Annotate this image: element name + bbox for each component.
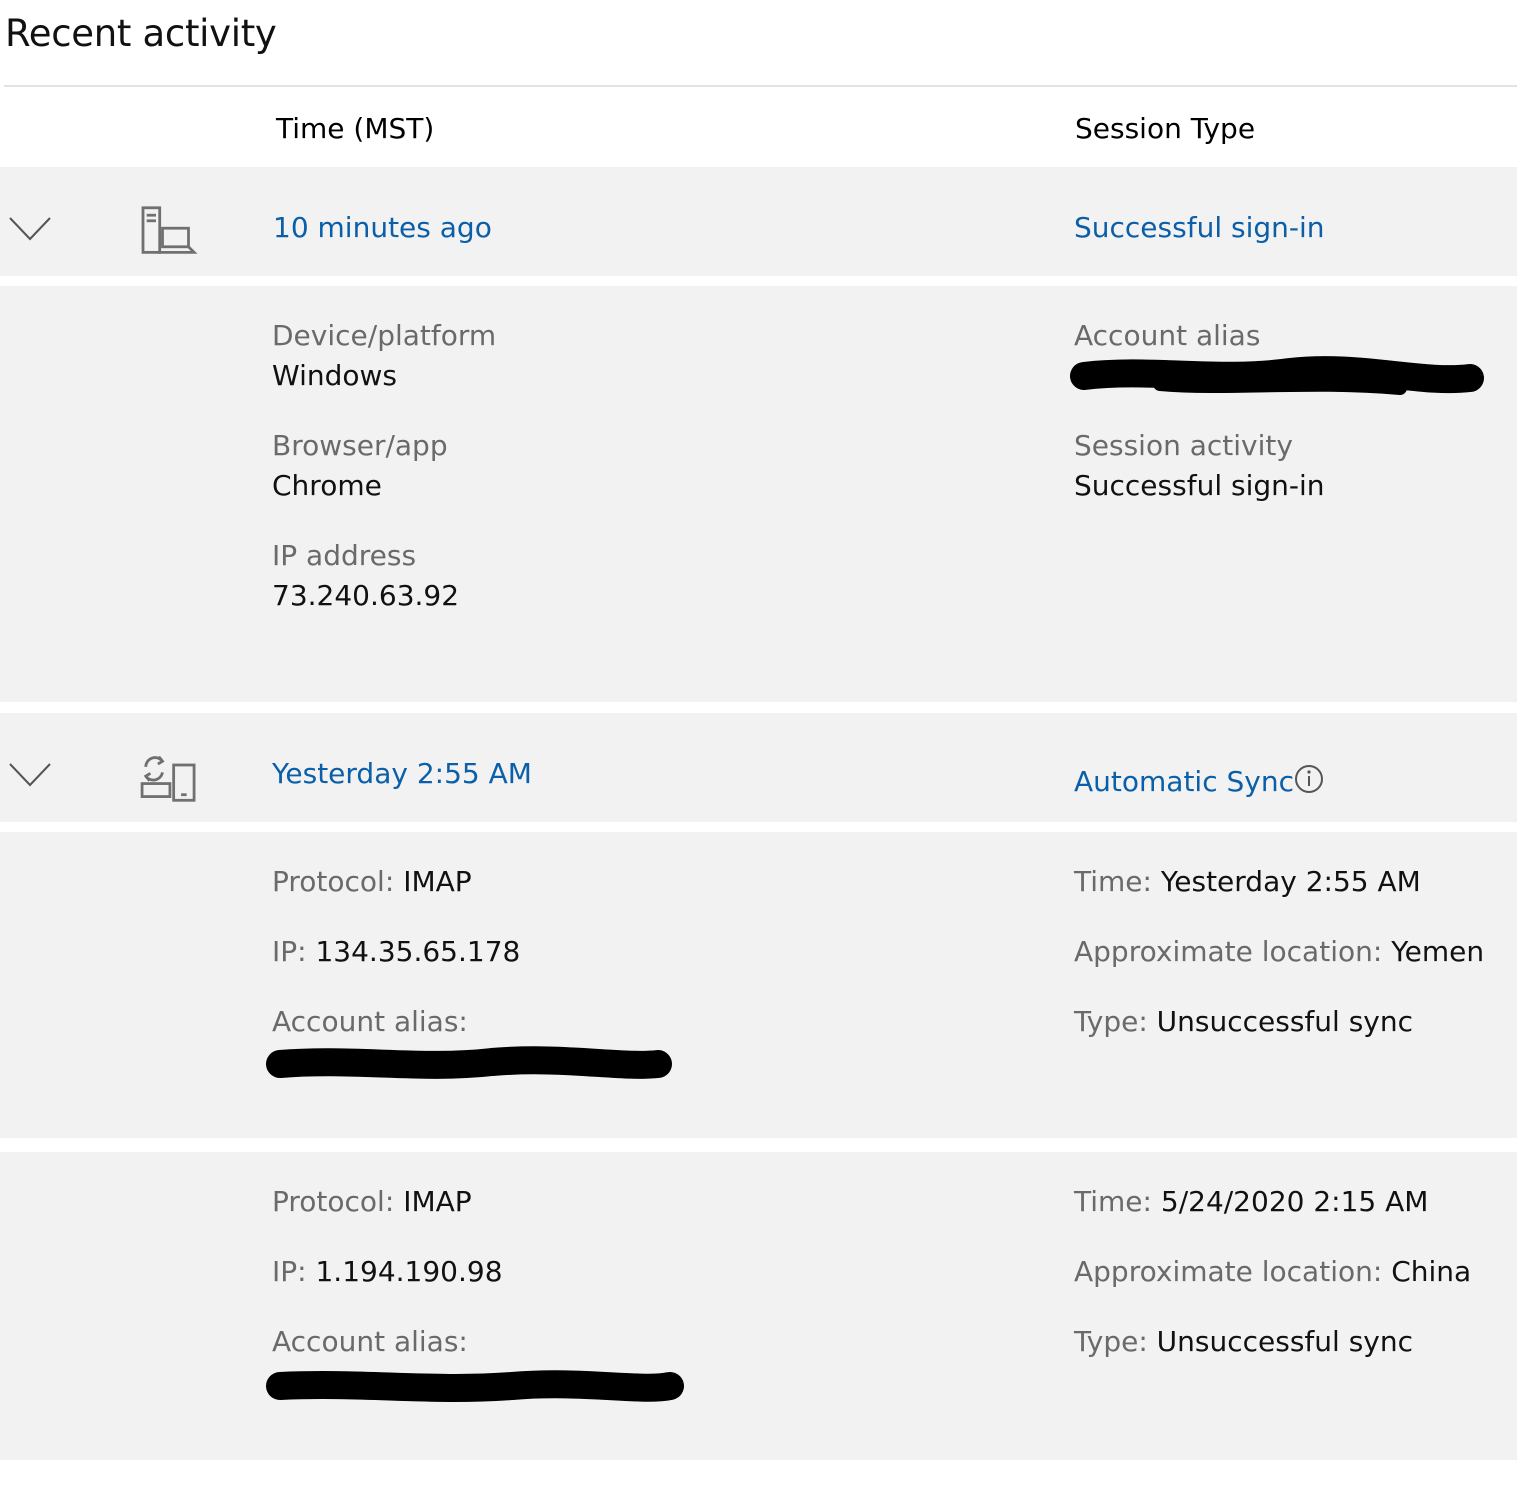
ip-line: IP: 1.194.190.98 [272,1255,503,1288]
protocol-value: IMAP [403,1185,472,1218]
ip-value: 1.194.190.98 [315,1255,503,1288]
protocol-label: Protocol: [272,865,395,898]
ip-value: 134.35.65.178 [315,935,521,968]
title-divider [4,85,1517,87]
chevron-down-icon[interactable] [8,762,52,788]
location-label: Approximate location: [1074,1255,1383,1288]
ip-line: IP: 134.35.65.178 [272,935,520,968]
sync-devices-icon [140,755,196,802]
device-platform-label: Device/platform [272,319,497,352]
column-header-session-type: Session Type [1075,112,1256,145]
browser-app-label: Browser/app [272,429,448,462]
chevron-down-icon[interactable] [8,216,52,242]
location-value: China [1391,1255,1472,1288]
session-type-link[interactable]: Successful sign-in [1074,211,1325,244]
ip-label: IP: [272,1255,307,1288]
type-label: Type: [1074,1325,1148,1358]
ip-address-value: 73.240.63.92 [272,579,460,612]
type-line: Type: Unsuccessful sync [1074,1325,1413,1358]
info-icon[interactable] [1294,764,1324,794]
activity-time-link[interactable]: Yesterday 2:55 AM [272,757,532,790]
type-line: Type: Unsuccessful sync [1074,1005,1413,1038]
location-line: Approximate location: China [1074,1255,1471,1288]
location-line: Approximate location: Yemen [1074,935,1484,968]
type-value: Unsuccessful sync [1156,1005,1414,1038]
protocol-line: Protocol: IMAP [272,1185,472,1218]
protocol-line: Protocol: IMAP [272,865,472,898]
device-platform-value: Windows [272,359,397,392]
time-value: Yesterday 2:55 AM [1160,865,1421,898]
time-value: 5/24/2020 2:15 AM [1160,1185,1429,1218]
account-alias-label: Account alias [1074,319,1261,352]
time-label: Time: [1074,865,1152,898]
session-activity-label: Session activity [1074,429,1293,462]
type-value: Unsuccessful sync [1156,1325,1414,1358]
redaction-scribble [266,1370,684,1402]
activity-time-link[interactable]: 10 minutes ago [273,211,492,244]
redaction-scribble [266,1046,672,1079]
account-alias-label: Account alias: [272,1325,468,1358]
time-line: Time: Yesterday 2:55 AM [1074,865,1421,898]
column-header-time: Time (MST) [276,112,435,145]
page-title: Recent activity [5,12,277,55]
location-label: Approximate location: [1074,935,1383,968]
time-label: Time: [1074,1185,1152,1218]
ip-label: IP: [272,935,307,968]
browser-app-value: Chrome [272,469,382,502]
ip-address-label: IP address [272,539,417,572]
session-activity-value: Successful sign-in [1074,469,1325,502]
time-line: Time: 5/24/2020 2:15 AM [1074,1185,1428,1218]
protocol-value: IMAP [403,865,472,898]
redaction-scribble [1070,356,1484,395]
type-label: Type: [1074,1005,1148,1038]
laptop-desktop-icon [141,206,198,254]
session-type-link[interactable]: Automatic Sync [1074,765,1294,798]
protocol-label: Protocol: [272,1185,395,1218]
location-value: Yemen [1391,935,1485,968]
account-alias-label: Account alias: [272,1005,468,1038]
